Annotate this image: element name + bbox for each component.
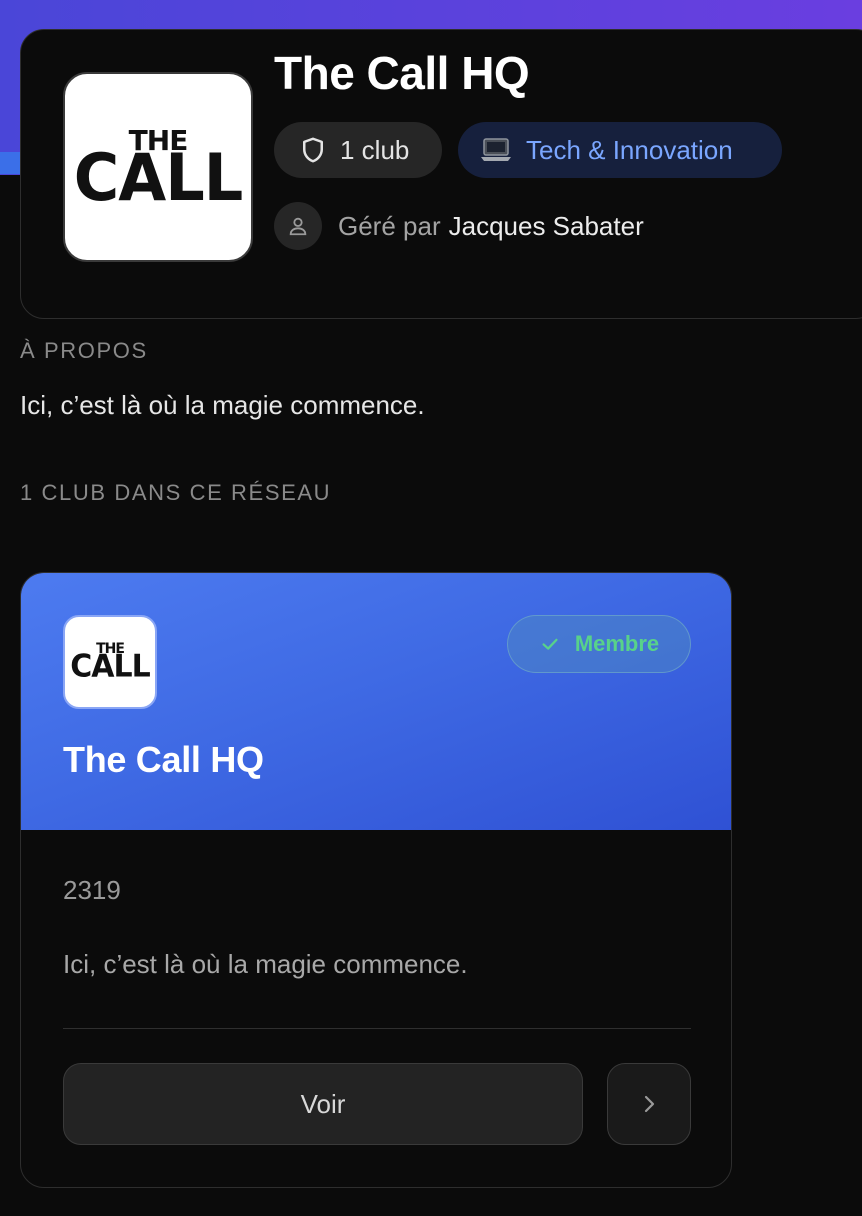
network-page: THE CALL The Call HQ 1 club Tech & Innov… <box>0 0 862 1216</box>
club-logo-mark: THE CALL <box>70 642 150 686</box>
manager-row: Géré par Jacques Sabater <box>274 202 644 250</box>
network-logo: THE CALL <box>63 72 253 262</box>
card-divider <box>63 1028 691 1029</box>
network-logo-mark: THE CALL <box>73 127 243 216</box>
club-logo-text-bottom: CALL <box>70 648 150 686</box>
club-number: 2319 <box>63 875 121 905</box>
open-club-arrow-button[interactable] <box>607 1063 691 1145</box>
managed-by-label: Géré par <box>338 210 441 241</box>
clubs-section-label: 1 CLUB DANS CE RÉSEAU <box>20 480 332 505</box>
view-club-button[interactable]: Voir <box>63 1063 583 1145</box>
user-icon <box>274 202 322 250</box>
club-description: Ici, c’est là où la magie commence. <box>63 949 468 979</box>
about-section-label: À PROPOS <box>20 338 148 363</box>
left-accent-block <box>0 152 22 174</box>
clubs-count-label: 1 club <box>340 134 410 165</box>
club-name: The Call HQ <box>63 739 264 780</box>
chevron-right-icon <box>637 1092 661 1116</box>
category-label: Tech & Innovation <box>526 134 733 165</box>
about-text: Ici, c’est là où la magie commence. <box>20 390 425 420</box>
shield-icon <box>298 135 328 165</box>
laptop-icon <box>480 136 512 164</box>
club-card[interactable]: THE CALL Membre The Call HQ 2319 Ici, c’… <box>20 572 732 1188</box>
member-badge-label: Membre <box>574 631 660 656</box>
network-title: The Call HQ <box>274 47 530 99</box>
club-logo: THE CALL <box>63 615 157 709</box>
member-status-badge: Membre <box>507 615 691 673</box>
manager-name: Jacques Sabater <box>448 210 644 241</box>
clubs-count-pill: 1 club <box>274 122 442 178</box>
category-pill[interactable]: Tech & Innovation <box>458 122 782 178</box>
check-icon <box>539 633 561 655</box>
logo-text-bottom: CALL <box>73 139 243 216</box>
